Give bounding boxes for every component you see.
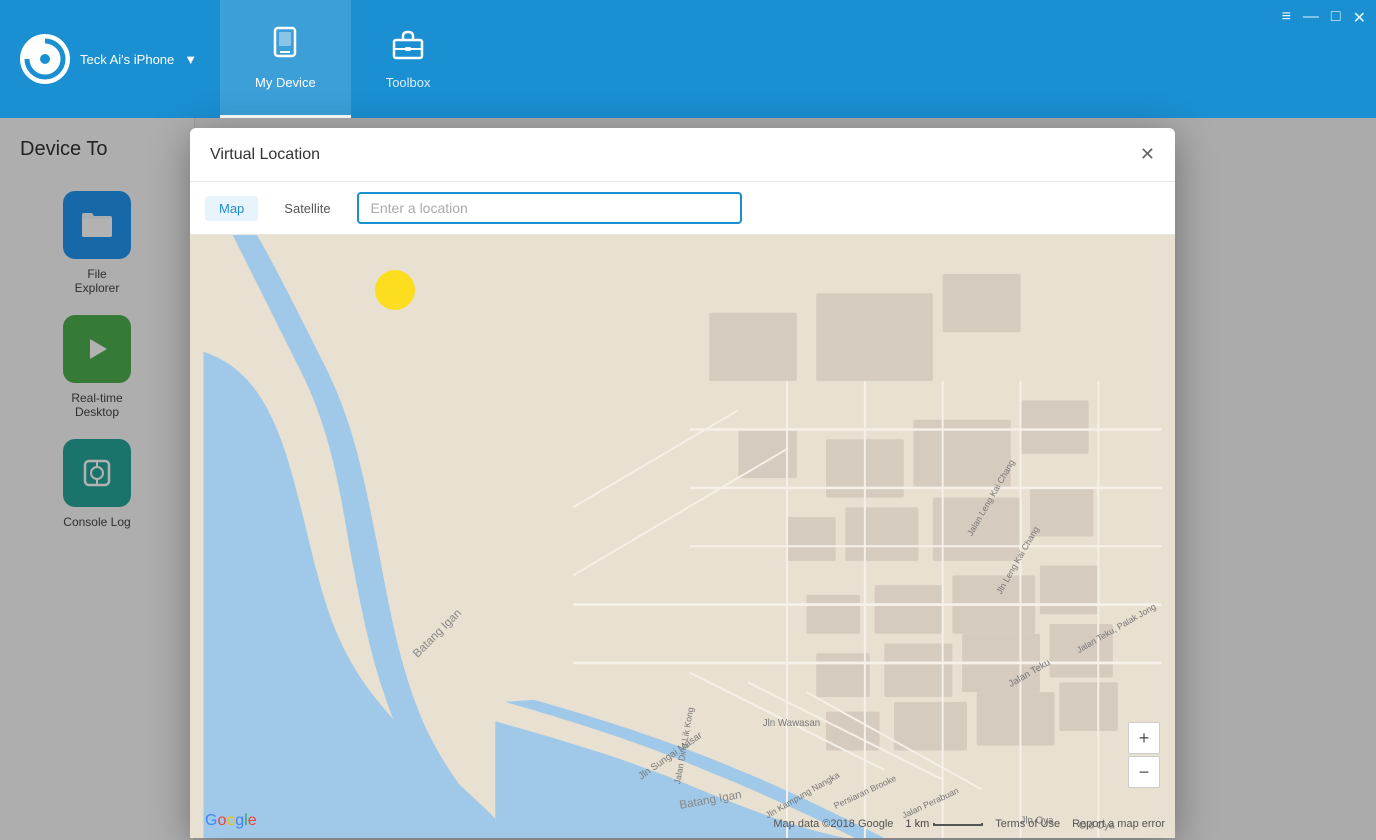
svg-text:Jln Wawasan: Jln Wawasan — [763, 718, 820, 729]
my-device-icon — [267, 26, 303, 69]
main-content: Device To FileExplorer Real-timeDesktop — [0, 118, 1376, 840]
map-container[interactable]: Batang Igan Batang Igan Jln Wawasan Jln … — [190, 235, 1175, 838]
menu-btn[interactable]: ≡ — [1282, 8, 1291, 26]
scale-bar — [933, 823, 983, 826]
google-logo: Google — [205, 812, 257, 830]
dialog-header: Virtual Location ✕ — [190, 128, 1175, 182]
scale-value: 1 km — [905, 818, 929, 830]
map-bottom-info: Map data ©2018 Google 1 km Terms of Use … — [310, 818, 1175, 830]
map-svg: Batang Igan Batang Igan Jln Wawasan Jln … — [190, 235, 1175, 838]
zoom-controls: + − — [1128, 722, 1160, 788]
report-map-error[interactable]: Report a map error — [1072, 818, 1165, 830]
tab-toolbox[interactable]: Toolbox — [351, 0, 466, 118]
window-controls: ≡ — □ ✕ — [1272, 0, 1376, 118]
map-attribution: Google — [205, 812, 257, 830]
cursor-indicator — [375, 270, 415, 310]
toolbox-icon — [390, 26, 426, 69]
tab-my-device[interactable]: My Device — [220, 0, 351, 118]
tab-toolbox-label: Toolbox — [386, 75, 431, 90]
location-search-input[interactable] — [357, 192, 742, 224]
dialog-close-button[interactable]: ✕ — [1140, 144, 1155, 165]
map-tab-satellite[interactable]: Satellite — [270, 196, 344, 221]
map-data-label: Map data ©2018 Google — [773, 818, 893, 830]
nav-tabs: My Device Toolbox — [220, 0, 466, 118]
map-scale: 1 km — [905, 818, 983, 830]
terms-of-use[interactable]: Terms of Use — [995, 818, 1060, 830]
zoom-in-button[interactable]: + — [1128, 722, 1160, 754]
device-dropdown[interactable]: ▼ — [184, 52, 197, 67]
dialog-overlay: Virtual Location ✕ Map Satellite — [0, 118, 1376, 840]
map-tab-map[interactable]: Map — [205, 196, 258, 221]
minimize-btn[interactable]: — — [1303, 8, 1319, 26]
app-header: Teck Ai's iPhone ▼ My Device — [0, 0, 1376, 118]
maximize-btn[interactable]: □ — [1331, 8, 1341, 26]
device-name: Teck Ai's iPhone — [80, 52, 174, 67]
map-toolbar: Map Satellite — [190, 182, 1175, 235]
tab-my-device-label: My Device — [255, 75, 316, 90]
dialog-title: Virtual Location — [210, 146, 320, 164]
zoom-out-button[interactable]: − — [1128, 756, 1160, 788]
logo-icon — [20, 34, 70, 84]
app-logo: Teck Ai's iPhone ▼ — [0, 0, 220, 118]
virtual-location-dialog: Virtual Location ✕ Map Satellite — [190, 128, 1175, 838]
close-btn[interactable]: ✕ — [1353, 8, 1366, 28]
